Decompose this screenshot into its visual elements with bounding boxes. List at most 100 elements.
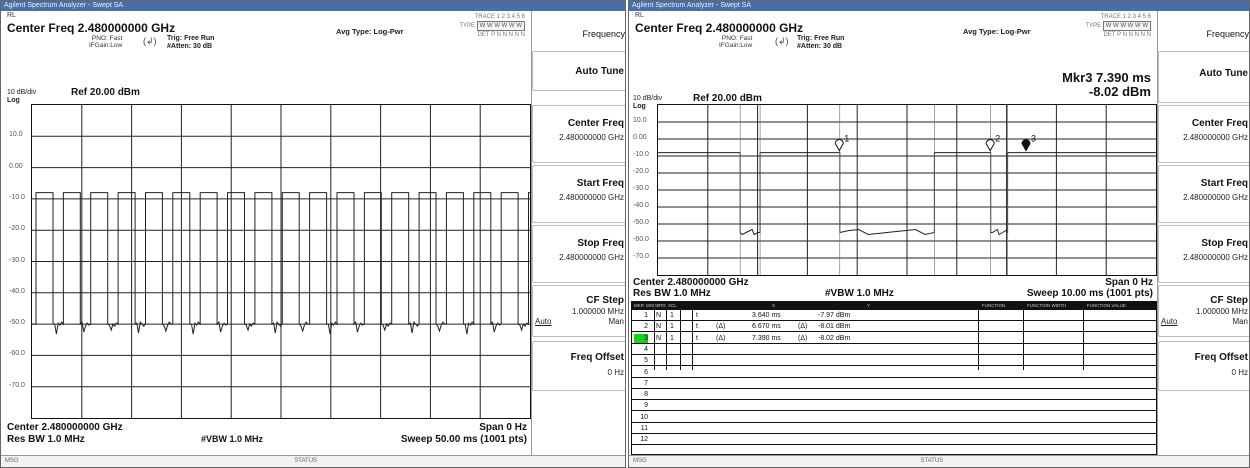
marker-table-row[interactable]: 10 <box>632 413 1156 423</box>
scale-per-div: 10 dB/div <box>7 89 37 96</box>
marker-table-row[interactable]: 6 <box>632 368 1156 378</box>
marker-cell-scl: t <box>696 334 698 342</box>
y-axis-tick-label: -60.0 <box>633 236 649 243</box>
auto-tune-softkey[interactable]: Auto Tune <box>532 51 625 91</box>
center-freq-softkey[interactable]: Center Freq 2.480000000 GHz <box>532 105 625 163</box>
avg-type: Avg Type: Log-Pwr <box>336 27 404 36</box>
cf-step-auto[interactable]: Auto <box>535 317 551 326</box>
footer-sweep: Sweep 10.00 ms (1001 pts) <box>1026 288 1153 299</box>
trigger-arrow-icon: (↲) <box>775 36 789 46</box>
measurement-header: RL Center Freq 2.480000000 GHz PNO: Fast… <box>629 11 1157 53</box>
stop-freq-softkey[interactable]: Stop Freq 2.480000000 GHz <box>532 225 625 283</box>
marker-table-row[interactable]: 11 <box>632 424 1156 434</box>
footer-vbw: #VBW 1.0 MHz <box>201 434 264 444</box>
marker-table-row[interactable]: 1 N 1 t 3.640 ms -7.97 dBm <box>632 311 1156 321</box>
marker-diamond-icon <box>834 139 844 152</box>
y-axis-tick-label: -60.0 <box>9 350 25 358</box>
status-label: STATUS <box>294 458 318 464</box>
status-label: STATUS <box>920 458 944 464</box>
marker-table-row[interactable]: 12 <box>632 435 1156 446</box>
y-axis-tick-label: -40.0 <box>633 202 649 209</box>
marker-table-col-header: FUNCTION WIDTH <box>1027 303 1067 308</box>
start-freq-softkey[interactable]: Start Freq 2.480000000 GHz <box>1158 165 1249 223</box>
auto-tune-softkey[interactable]: Auto Tune <box>1158 51 1249 103</box>
trace-line: TRACE 1 2 3 4 5 6 <box>474 14 525 20</box>
sweep-graph[interactable]: 1 2 3 <box>657 104 1157 276</box>
marker-table-col-header: SCL <box>668 303 677 308</box>
y-axis-tick-label: -20.0 <box>9 225 25 233</box>
footer-span: Span 0 Hz <box>1105 277 1153 288</box>
y-axis-tick-label: 0.00 <box>9 162 23 170</box>
trigger-arrow-icon: (↲) <box>143 36 157 46</box>
left-analyzer-window: Agilent Spectrum Analyzer - Swept SA RL … <box>0 0 626 468</box>
marker-table[interactable]: MKR MODE TRC SCL X Y FUNCTION FUNCTION WIDTH FUN… <box>631 301 1157 455</box>
footer-vbw: #VBW 1.0 MHz <box>825 288 894 299</box>
marker-label: 1 <box>844 134 849 144</box>
cf-step-softkey[interactable]: CF Step 1.000000 MHz Auto Man <box>1158 285 1249 337</box>
sweep-graph[interactable] <box>31 104 531 419</box>
trace-info: TRACE 1 2 3 4 5 6 TYPE W W W W W W DET P… <box>459 13 525 39</box>
msg-label: MSG <box>633 458 647 464</box>
trigger-info: Trig: Free Run #Atten: 30 dB <box>167 35 214 51</box>
y-axis-tick-label: -40.0 <box>9 287 25 295</box>
ref-level: Ref 20.00 dBm <box>71 87 140 98</box>
marker-table-row[interactable]: 3 N 1 t (Δ) 7.390 ms (Δ) -8.02 dBm <box>632 333 1156 344</box>
softkey-menu-title: Frequency <box>1158 11 1249 51</box>
y-axis-tick-label: -50.0 <box>9 319 25 327</box>
marker-table-row[interactable]: 8 <box>632 390 1156 401</box>
marker-table-row[interactable]: 9 <box>632 401 1156 412</box>
marker-cell-mode: N <box>656 312 662 319</box>
marker-table-col-header: FUNCTION <box>982 303 1006 308</box>
marker-table-divider <box>666 302 667 370</box>
marker-table-row[interactable]: 5 <box>632 356 1156 367</box>
trig-line: Trig: Free Run <box>167 35 215 42</box>
start-freq-softkey[interactable]: Start Freq 2.480000000 GHz <box>532 165 625 223</box>
rl-indicator: RL <box>635 12 644 19</box>
footer-sweep: Sweep 50.00 ms (1001 pts) <box>400 434 527 445</box>
freq-offset-softkey[interactable]: Freq Offset 0 Hz <box>1158 341 1249 391</box>
marker-diamond-icon <box>985 139 995 152</box>
y-axis-tick-label: -10.0 <box>9 193 25 201</box>
marker-cell-scl: t <box>696 323 698 331</box>
scale-per-div: 10 dB/div <box>633 95 663 102</box>
marker-table-row[interactable]: 2 N 1 t (Δ) 6.670 ms (Δ) -8.01 dBm <box>632 322 1156 333</box>
marker-cell-trc: 1 <box>670 312 674 319</box>
trigger-info: Trig: Free Run #Atten: 30 dB <box>797 35 844 51</box>
msg-label: MSG <box>5 458 19 464</box>
marker-cell-y: -8.01 dBm <box>818 323 851 331</box>
footer-span: Span 0 Hz <box>479 422 527 433</box>
cf-step-man[interactable]: Man <box>1232 317 1248 326</box>
cf-step-man[interactable]: Man <box>608 317 624 326</box>
softkey-panel: Frequency Auto Tune Center Freq 2.4800000… <box>1157 11 1249 455</box>
pno-line: PNO: Fast <box>91 35 123 42</box>
marker-cell-mode: N <box>656 334 662 342</box>
marker-readout: Mkr3 7.390 ms -8.02 dBm <box>1062 71 1151 99</box>
center-freq-softkey[interactable]: Center Freq 2.480000000 GHz <box>1158 105 1249 163</box>
marker-table-row[interactable]: 7 <box>632 379 1156 389</box>
center-freq-readout[interactable]: Center Freq 2.480000000 GHz <box>635 21 803 35</box>
marker-cell-num: 4 <box>644 345 648 353</box>
marker-cell-num: 5 <box>644 357 648 365</box>
marker-cell-delta: (Δ) <box>716 323 726 331</box>
y-axis-tick-label: -30.0 <box>9 256 25 264</box>
marker-cell-ydelta: (Δ) <box>798 334 808 342</box>
marker-cell-num: 7 <box>644 379 648 387</box>
marker-cell-num: 9 <box>644 402 648 410</box>
cf-step-auto[interactable]: Auto <box>1161 317 1177 326</box>
marker-cell-num: 10 <box>640 413 648 421</box>
window-title-bar: Agilent Spectrum Analyzer - Swept SA <box>629 1 1249 11</box>
marker-cell-trc: 1 <box>670 334 674 342</box>
marker-table-divider <box>692 302 693 370</box>
freq-offset-softkey[interactable]: Freq Offset 0 Hz <box>532 341 625 391</box>
status-bar: MSG STATUS <box>1 455 625 467</box>
y-axis-tick-label: -10.0 <box>633 151 649 158</box>
marker-table-row[interactable]: 4 <box>632 345 1156 355</box>
type-line: TYPE <box>459 23 475 29</box>
stop-freq-softkey[interactable]: Stop Freq 2.480000000 GHz <box>1158 225 1249 283</box>
marker-table-col-header: X <box>772 303 776 308</box>
footer-center: Center 2.480000000 GHz <box>633 277 749 288</box>
pno-info: PNO: Fast IFGain:Low <box>89 35 122 49</box>
cf-step-softkey[interactable]: CF Step 1.000000 MHz Auto Man <box>532 285 625 337</box>
center-freq-readout[interactable]: Center Freq 2.480000000 GHz <box>7 21 175 35</box>
trig-line: Trig: Free Run <box>797 35 845 42</box>
